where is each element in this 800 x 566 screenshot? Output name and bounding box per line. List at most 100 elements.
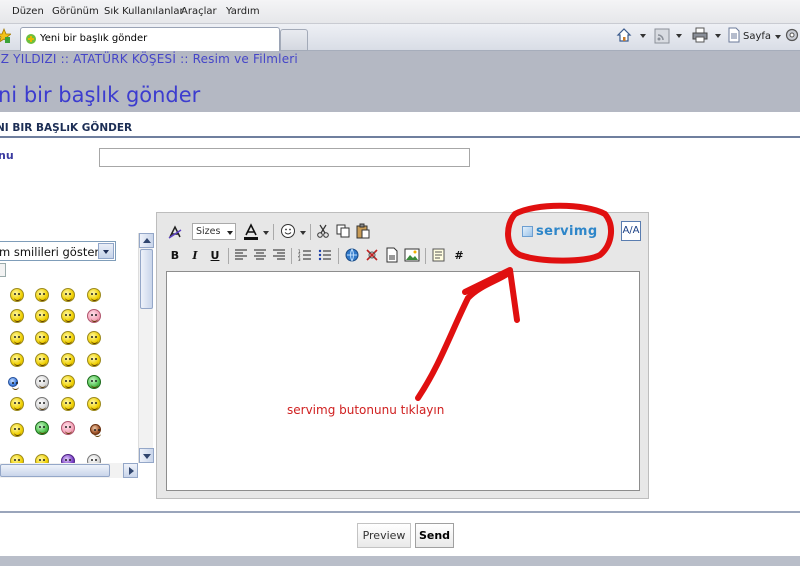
rss-dropdown-icon[interactable] [676,34,682,38]
insert-link-icon[interactable] [344,247,360,263]
page-footer-strip [0,556,800,566]
smiley-icon[interactable] [10,331,24,345]
smiley-icon[interactable] [61,421,75,435]
page-menu-label[interactable]: Sayfa [743,31,771,42]
servimg-button[interactable]: servimg [522,223,604,240]
smiley-icon[interactable] [87,375,101,389]
smiley-icon[interactable] [35,288,49,302]
smiley-icon[interactable] [61,288,75,302]
subject-input[interactable] [99,148,470,167]
paste-icon[interactable] [355,223,371,239]
tools-gear-icon[interactable] [784,27,800,43]
toggle-source-button[interactable]: A/A [621,221,641,241]
insert-file-icon[interactable] [384,247,400,263]
smilies-select[interactable]: m smilileri göster [0,241,116,261]
smilies-vertical-scrollbar[interactable] [138,233,154,463]
underline-icon[interactable]: U [207,247,223,263]
smiley-icon[interactable] [61,375,75,389]
align-right-icon[interactable] [271,247,287,263]
smiley-icon[interactable] [10,288,24,302]
smiley-icon[interactable] [8,377,19,390]
remove-link-icon[interactable] [364,247,380,263]
page-dropdown-icon[interactable] [775,35,781,39]
scroll-up-icon[interactable] [139,233,154,248]
smilies-toggle[interactable] [0,263,6,277]
home-icon[interactable] [616,27,632,43]
home-dropdown-icon[interactable] [640,34,646,38]
tab-current[interactable]: Yeni bir başlık gönder [20,27,280,51]
smiley-icon[interactable] [10,423,24,437]
toolbar-separator [228,248,229,264]
smiley-icon[interactable] [35,397,49,411]
menu-help[interactable]: Yardım [226,6,260,17]
smilies-list [0,282,138,464]
scroll-right-icon[interactable] [123,463,138,478]
form-footer-divider [0,511,800,513]
toolbar-separator [291,248,292,264]
align-center-icon[interactable] [252,247,268,263]
menu-favorites[interactable]: Sık Kullanılanlar [104,6,184,17]
toolbar-separator [273,224,274,240]
smiley-icon[interactable] [87,353,101,367]
smiley-icon[interactable] [10,353,24,367]
page-icon[interactable] [726,27,742,43]
smiley-icon[interactable] [35,353,49,367]
copy-icon[interactable] [335,223,351,239]
menu-edit[interactable]: Düzen [12,6,44,17]
svg-text:3: 3 [298,257,301,262]
numbered-list-icon[interactable]: 123 [297,247,313,263]
smiley-icon[interactable] [35,421,49,435]
section-divider [0,136,800,138]
message-editor: Sizes servimg A/A B I U 123 # [156,212,649,499]
menu-tools[interactable]: Araçlar [181,6,217,17]
smiley-icon[interactable] [90,424,101,437]
cut-icon[interactable] [315,223,331,239]
breadcrumb[interactable]: IZ YILDIZI :: ATATÜRK KÖŞESİ :: Resim ve… [0,52,298,66]
servimg-logo-icon [522,226,533,237]
font-size-select[interactable]: Sizes [192,223,236,240]
bold-icon[interactable]: B [167,247,183,263]
send-button[interactable]: Send [415,523,454,548]
print-dropdown-icon[interactable] [715,34,721,38]
insert-image-icon[interactable] [404,247,420,263]
smiley-icon[interactable] [61,309,75,323]
menu-bar: Düzen Görünüm Sık Kullanılanlar Araçlar … [0,0,800,24]
smiley-icon[interactable] [87,397,101,411]
emoticon-icon[interactable] [280,223,296,239]
smiley-icon[interactable] [35,331,49,345]
scroll-thumb[interactable] [140,249,153,309]
hashtag-code-icon[interactable]: # [451,247,467,263]
italic-icon[interactable]: I [187,247,203,263]
message-textarea[interactable] [166,271,640,491]
smiley-icon[interactable] [35,309,49,323]
rss-feed-icon[interactable] [654,28,670,44]
smiley-icon[interactable] [35,375,49,389]
quote-icon[interactable] [431,247,447,263]
font-color-icon[interactable] [242,223,260,241]
smiley-icon[interactable] [61,331,75,345]
smiley-icon[interactable] [61,353,75,367]
smiley-icon[interactable] [87,309,101,323]
font-style-icon[interactable] [167,224,183,240]
smiley-icon[interactable] [87,288,101,302]
scroll-thumb[interactable] [0,464,110,477]
emoticon-dropdown-icon[interactable] [300,231,306,235]
favorites-star-icon[interactable] [0,28,11,44]
smiley-icon[interactable] [87,331,101,345]
smiley-icon[interactable] [10,309,24,323]
smiley-icon[interactable] [61,397,75,411]
chevron-down-icon[interactable] [98,243,114,259]
toolbar-separator [338,248,339,264]
bullet-list-icon[interactable] [317,247,333,263]
align-left-icon[interactable] [233,247,249,263]
smiley-icon[interactable] [10,397,24,411]
preview-button[interactable]: Preview [357,523,411,548]
menu-view[interactable]: Görünüm [52,6,99,17]
toolbar-separator [310,224,311,240]
smilies-horizontal-scrollbar[interactable] [0,463,138,478]
new-tab-button[interactable] [280,29,308,51]
font-color-dropdown-icon[interactable] [263,231,269,235]
scroll-down-icon[interactable] [139,448,154,463]
page-header: IZ YILDIZI :: ATATÜRK KÖŞESİ :: Resim ve… [0,51,800,112]
print-icon[interactable] [692,27,708,43]
